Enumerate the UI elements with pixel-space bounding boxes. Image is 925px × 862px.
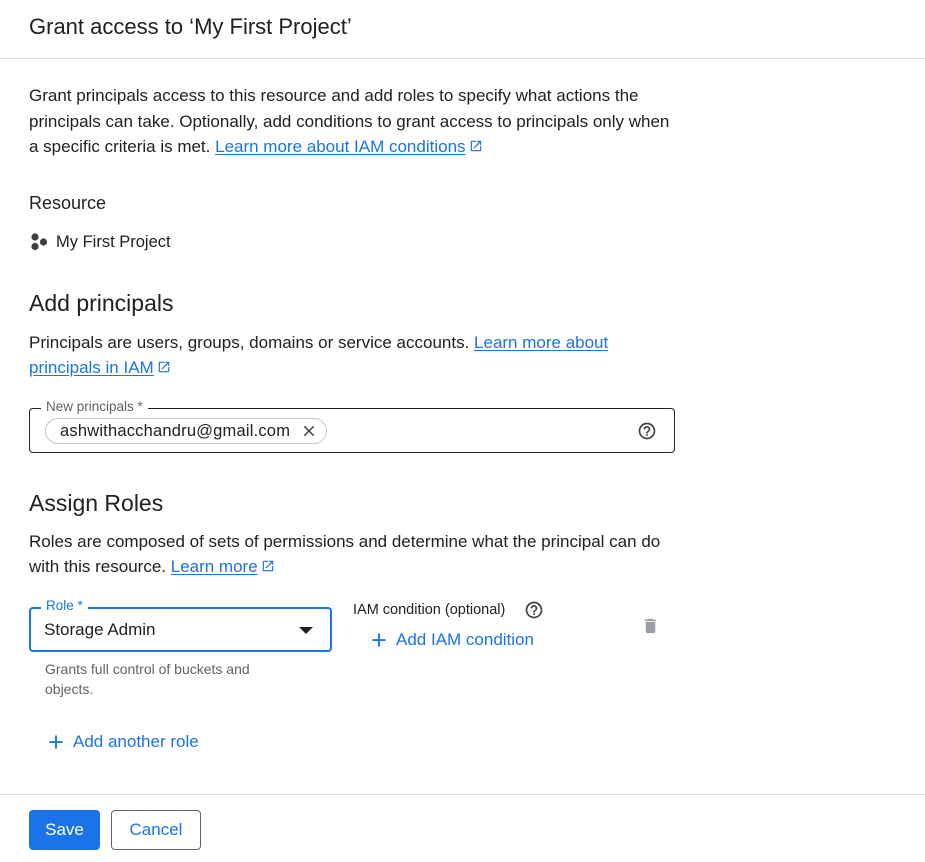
role-hint: Grants full control of buckets and objec…	[45, 661, 250, 697]
external-link-icon	[158, 361, 169, 373]
principals-description-text: Principals are users, groups, domains or…	[29, 333, 475, 352]
roles-description-text: Roles are composed of sets of permission…	[29, 532, 661, 576]
iam-conditions-link-text: Learn more about IAM conditions	[215, 137, 466, 156]
dropdown-arrow-icon	[299, 627, 313, 634]
new-principals-label: New principals *	[41, 399, 148, 414]
roles-description: Roles are composed of sets of permission…	[29, 529, 679, 579]
cancel-button[interactable]: Cancel	[111, 810, 201, 850]
principal-chip-text: ashwithacchandru@gmail.com	[60, 421, 291, 440]
add-iam-condition-label: Add IAM condition	[396, 630, 534, 649]
help-icon[interactable]	[637, 421, 657, 441]
iam-conditions-link[interactable]: Learn more about IAM conditions	[215, 137, 482, 156]
role-select[interactable]: Role * Storage Admin	[29, 598, 332, 652]
add-iam-condition-button[interactable]: Add IAM condition	[370, 630, 534, 650]
resource-heading: Resource	[29, 193, 107, 213]
role-value: Storage Admin	[44, 620, 156, 639]
resource-name: My First Project	[56, 232, 171, 251]
footer-divider	[0, 794, 925, 795]
dialog-header: Grant access to ‘My First Project’	[0, 0, 925, 59]
external-link-icon	[470, 140, 481, 152]
external-link-icon	[262, 560, 273, 572]
plus-icon	[372, 633, 386, 647]
principal-chip[interactable]: ashwithacchandru@gmail.com	[45, 418, 328, 444]
add-principals-heading: Add principals	[29, 290, 174, 316]
delete-icon[interactable]	[641, 615, 660, 637]
roles-learn-more-link-text: Learn more	[170, 557, 258, 576]
role-label: Role *	[41, 598, 88, 613]
intro-paragraph: Grant principals access to this resource…	[29, 83, 679, 160]
assign-roles-heading: Assign Roles	[29, 490, 164, 516]
principals-description: Principals are users, groups, domains or…	[29, 330, 679, 380]
close-icon[interactable]	[300, 422, 318, 440]
plus-icon	[49, 735, 63, 749]
add-another-role-label: Add another role	[73, 732, 199, 751]
project-icon	[31, 233, 48, 251]
dialog-title: Grant access to ‘My First Project’	[29, 14, 352, 39]
add-another-role-button[interactable]: Add another role	[47, 732, 199, 752]
resource-row: My First Project	[29, 231, 171, 253]
save-button[interactable]: Save	[29, 810, 100, 850]
roles-learn-more-link[interactable]: Learn more	[171, 557, 275, 576]
help-icon[interactable]	[524, 600, 544, 620]
iam-condition-label: IAM condition (optional)	[353, 602, 506, 618]
new-principals-field[interactable]: New principals * ashwithacchandru@gmail.…	[29, 399, 675, 453]
